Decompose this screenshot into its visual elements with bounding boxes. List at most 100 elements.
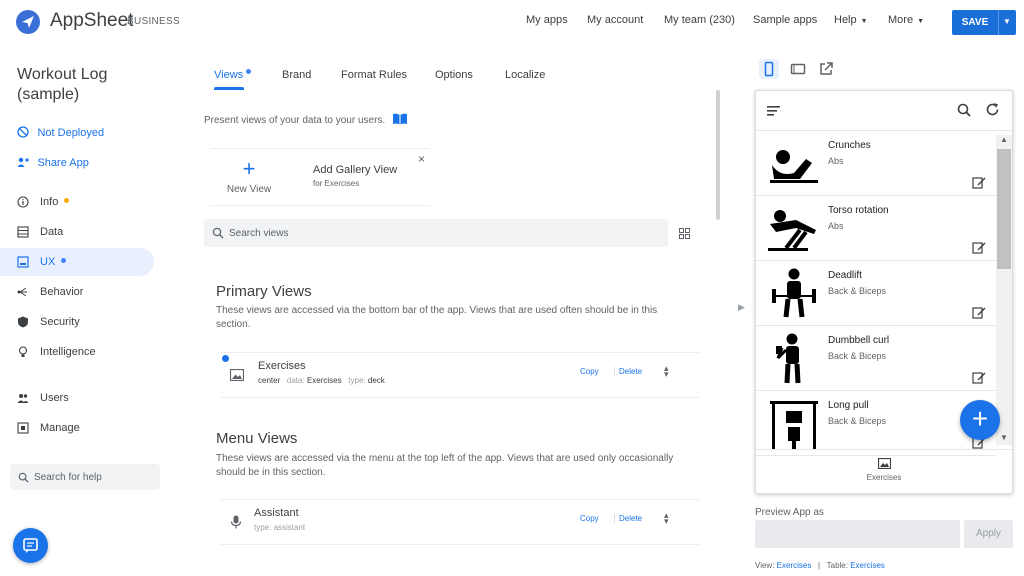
bottom-tab-exercises[interactable]: Exercises bbox=[854, 457, 914, 482]
scroll-down-icon[interactable]: ▼ bbox=[1000, 433, 1008, 442]
view-data-key: data: bbox=[286, 376, 305, 385]
view-meta: type: assistant bbox=[254, 523, 305, 532]
microphone-icon bbox=[230, 515, 242, 529]
apply-button[interactable]: Apply bbox=[964, 520, 1013, 548]
sidebar-item-label: Intelligence bbox=[40, 346, 96, 358]
share-app-link[interactable]: Share App bbox=[17, 153, 89, 171]
list-item[interactable]: Torso rotation Abs bbox=[756, 196, 996, 261]
grid-view-icon[interactable] bbox=[679, 226, 690, 244]
mobile-preview-icon[interactable] bbox=[759, 59, 779, 79]
save-label: SAVE bbox=[961, 17, 989, 28]
add-gallery-title: Add Gallery View bbox=[313, 164, 398, 176]
chat-icon bbox=[23, 538, 38, 553]
add-gallery-view-suggestion[interactable]: Add Gallery View for Exercises bbox=[313, 164, 397, 188]
info-icon bbox=[17, 196, 29, 208]
sidebar-item-label: Info bbox=[40, 196, 59, 208]
tab-options[interactable]: Options bbox=[435, 69, 473, 81]
nav-my-apps[interactable]: My apps bbox=[526, 14, 568, 26]
view-position: center bbox=[258, 376, 281, 385]
open-external-icon[interactable] bbox=[816, 59, 836, 79]
reorder-icon[interactable]: ▴ ▾ bbox=[664, 511, 669, 526]
list-item[interactable]: Dumbbell curl Back & Biceps bbox=[756, 326, 996, 391]
new-view-label: New View bbox=[226, 184, 272, 195]
edit-icon[interactable] bbox=[972, 370, 986, 384]
help-search-input[interactable]: Search for help bbox=[10, 464, 160, 490]
preview-app-bar bbox=[756, 91, 1012, 131]
preview-scrollbar[interactable]: ▲ ▼ bbox=[996, 135, 1012, 445]
nav-my-team[interactable]: My team (230) bbox=[664, 14, 735, 26]
search-icon[interactable] bbox=[957, 103, 971, 117]
search-icon bbox=[212, 227, 224, 239]
copy-button[interactable]: Copy bbox=[580, 514, 599, 523]
scrollbar-thumb[interactable] bbox=[997, 149, 1011, 269]
footer-table-link[interactable]: Exercises bbox=[850, 561, 885, 570]
sidebar-item-behavior[interactable]: Behavior bbox=[0, 278, 154, 306]
refresh-icon[interactable] bbox=[985, 102, 1000, 117]
exercise-category: Abs bbox=[828, 221, 844, 231]
center-scrollbar[interactable] bbox=[716, 90, 720, 220]
edit-icon[interactable] bbox=[972, 305, 986, 319]
footer-separator: | bbox=[818, 561, 821, 570]
preview-as-input[interactable] bbox=[755, 520, 960, 548]
sidebar-item-manage[interactable]: Manage bbox=[0, 414, 154, 442]
nav-my-account[interactable]: My account bbox=[587, 14, 643, 26]
list-item[interactable]: Crunches Abs bbox=[756, 131, 996, 196]
footer-table-label: Table: bbox=[826, 561, 848, 570]
view-row-assistant[interactable]: Assistant type: assistant Copy Delete ▴ ▾ bbox=[221, 499, 699, 545]
new-view-button[interactable]: + New View bbox=[224, 158, 274, 196]
save-button[interactable]: SAVE ▼ bbox=[952, 10, 1016, 35]
exercise-name: Long pull bbox=[828, 400, 869, 411]
edit-icon[interactable] bbox=[972, 175, 986, 189]
appsheet-logo-icon[interactable] bbox=[16, 10, 40, 34]
search-views-input[interactable]: Search views bbox=[204, 219, 668, 247]
long-pull-figure-icon bbox=[770, 401, 818, 449]
footer-view-link[interactable]: Exercises bbox=[777, 561, 812, 570]
tab-views[interactable]: Views bbox=[214, 69, 252, 81]
exercise-name: Torso rotation bbox=[828, 205, 889, 216]
gallery-icon bbox=[877, 457, 891, 470]
sidebar-item-users[interactable]: Users bbox=[0, 384, 154, 412]
sidebar-item-intelligence[interactable]: Intelligence bbox=[0, 338, 154, 366]
nav-sample-apps[interactable]: Sample apps bbox=[753, 14, 817, 26]
view-name: Assistant bbox=[254, 507, 299, 519]
scroll-up-icon[interactable]: ▲ bbox=[1000, 135, 1008, 144]
tablet-preview-icon[interactable] bbox=[788, 59, 808, 79]
edit-icon[interactable] bbox=[972, 240, 986, 254]
nav-more[interactable]: More ▼ bbox=[888, 14, 924, 26]
menu-views-title: Menu Views bbox=[216, 430, 298, 447]
copy-button[interactable]: Copy bbox=[580, 367, 599, 376]
caret-down-icon: ▼ bbox=[860, 18, 868, 25]
view-row-exercises[interactable]: Exercises center data: Exercises type: d… bbox=[221, 352, 699, 398]
tab-localize[interactable]: Localize bbox=[505, 69, 545, 81]
sidebar-item-info[interactable]: Info bbox=[0, 188, 154, 216]
sidebar-item-label: Manage bbox=[40, 422, 80, 434]
reorder-icon[interactable]: ▴ ▾ bbox=[664, 364, 669, 379]
nav-help[interactable]: Help ▼ bbox=[834, 14, 868, 26]
exercise-category: Back & Biceps bbox=[828, 351, 887, 361]
exercise-category: Back & Biceps bbox=[828, 286, 887, 296]
nav-more-label: More bbox=[888, 14, 914, 26]
collapse-preview-icon[interactable]: ▶ bbox=[738, 302, 745, 313]
exercise-category: Back & Biceps bbox=[828, 416, 887, 426]
list-item[interactable]: Deadlift Back & Biceps bbox=[756, 261, 996, 326]
save-dropdown-icon[interactable]: ▼ bbox=[998, 17, 1016, 26]
sidebar-item-ux[interactable]: UX bbox=[0, 248, 154, 276]
logo-edition: BUSINESS bbox=[127, 16, 180, 27]
tab-brand[interactable]: Brand bbox=[282, 69, 311, 81]
add-fab-button[interactable]: + bbox=[960, 400, 1000, 440]
chat-support-button[interactable] bbox=[13, 528, 48, 563]
dumbbell-curl-figure-icon bbox=[776, 333, 801, 384]
delete-button[interactable]: Delete bbox=[614, 367, 642, 376]
book-icon[interactable] bbox=[392, 113, 408, 125]
delete-button[interactable]: Delete bbox=[614, 514, 642, 523]
sidebar-item-security[interactable]: Security bbox=[0, 308, 154, 336]
tab-format-rules[interactable]: Format Rules bbox=[341, 69, 407, 81]
active-tab-indicator bbox=[214, 87, 244, 90]
logo-name[interactable]: AppSheet bbox=[50, 10, 133, 32]
search-icon bbox=[18, 472, 29, 483]
menu-icon[interactable] bbox=[767, 105, 781, 117]
primary-views-description: These views are accessed via the bottom … bbox=[216, 305, 658, 330]
dismiss-suggestion-icon[interactable]: × bbox=[418, 152, 425, 166]
not-deployed-link[interactable]: Not Deployed bbox=[17, 123, 104, 141]
sidebar-item-data[interactable]: Data bbox=[0, 218, 154, 246]
